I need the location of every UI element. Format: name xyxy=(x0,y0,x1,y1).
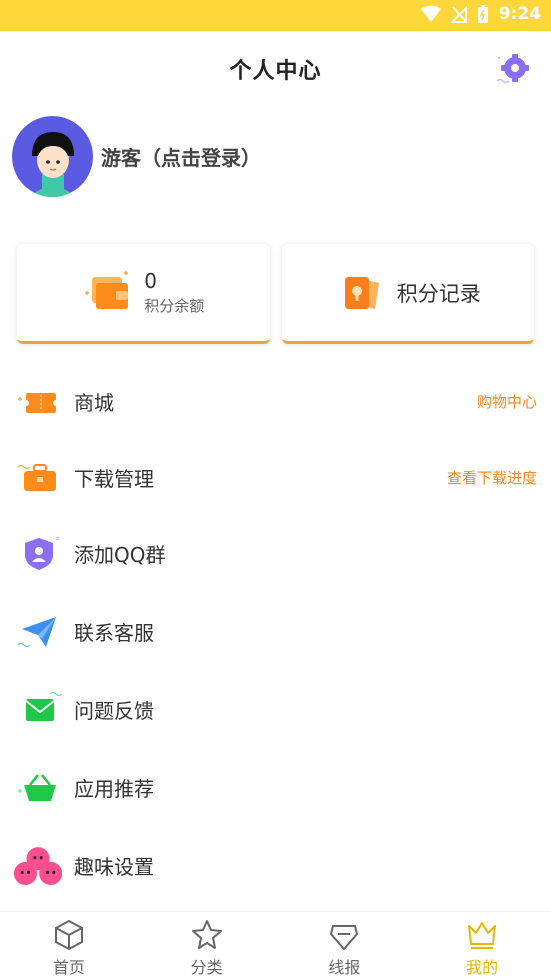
avatar-face-icon xyxy=(30,132,76,197)
paper-plane-icon xyxy=(17,617,56,648)
points-balance-label: 积分余额 xyxy=(144,297,205,315)
wallet-icon xyxy=(85,270,129,309)
points-cards: 0 积分余额 积分记录 xyxy=(17,244,534,344)
cube-icon xyxy=(54,919,83,951)
pink-blobs-icon xyxy=(13,847,62,885)
tab-home-label: 首页 xyxy=(52,958,85,977)
tab-mine-label: 我的 xyxy=(466,958,499,977)
basket-icon xyxy=(18,774,56,801)
menu-label-qq: 添加QQ群 xyxy=(74,542,166,567)
menu-item-add-qq-group[interactable]: 添加QQ群 xyxy=(0,514,551,592)
tab-mine[interactable]: 我的 xyxy=(413,912,551,979)
battery-icon xyxy=(477,5,488,23)
no-signal-icon xyxy=(450,5,467,23)
menu-list: 商城 购物中心 下载管理 查看下载进度 添加QQ群 联系客服 问题反馈 应用推荐… xyxy=(0,362,551,904)
menu-label-mall: 商城 xyxy=(74,390,114,415)
profile-section[interactable]: 游客（点击登录） xyxy=(12,116,261,197)
menu-item-app-recommend[interactable]: 应用推荐 xyxy=(0,748,551,826)
bottom-tab-bar: 首页 分类 线报 我的 xyxy=(0,911,551,979)
menu-item-feedback[interactable]: 问题反馈 xyxy=(0,670,551,748)
points-balance-value: 0 xyxy=(144,269,157,293)
menu-item-mall[interactable]: 商城 购物中心 xyxy=(0,362,551,440)
points-balance-card[interactable]: 0 积分余额 xyxy=(17,244,270,344)
points-record-icon xyxy=(344,276,379,309)
ticket-icon xyxy=(18,393,59,413)
status-bar: 9:24 xyxy=(0,0,551,31)
menu-label-service: 联系客服 xyxy=(74,620,154,645)
mail-icon xyxy=(25,691,62,721)
tab-news-label: 线报 xyxy=(328,958,361,977)
briefcase-icon xyxy=(17,464,56,491)
menu-item-download-manager[interactable]: 下载管理 查看下载进度 xyxy=(0,440,551,514)
menu-item-fun-settings[interactable]: 趣味设置 xyxy=(0,826,551,904)
points-record-label: 积分记录 xyxy=(396,281,481,306)
page-title: 个人中心 xyxy=(229,59,322,84)
points-record-card[interactable]: 积分记录 xyxy=(281,244,534,344)
tab-home[interactable]: 首页 xyxy=(0,912,138,979)
settings-gear-icon[interactable] xyxy=(495,53,531,85)
status-time: 9:24 xyxy=(498,4,541,24)
download-progress-link[interactable]: 查看下载进度 xyxy=(447,467,537,488)
menu-label-feedback: 问题反馈 xyxy=(74,698,154,723)
tab-news[interactable]: 线报 xyxy=(276,912,414,979)
star-icon xyxy=(191,920,222,949)
menu-label-fun: 趣味设置 xyxy=(74,854,154,879)
wifi-icon xyxy=(420,5,441,22)
menu-label-recommend: 应用推荐 xyxy=(74,776,154,801)
avatar[interactable] xyxy=(12,116,93,197)
menu-item-contact-service[interactable]: 联系客服 xyxy=(0,592,551,670)
tab-category-label: 分类 xyxy=(190,958,223,977)
menu-label-download: 下载管理 xyxy=(74,466,154,491)
shopping-center-link[interactable]: 购物中心 xyxy=(477,391,537,412)
login-prompt[interactable]: 游客（点击登录） xyxy=(101,142,261,171)
page-header: 个人中心 xyxy=(0,31,551,105)
tab-category[interactable]: 分类 xyxy=(138,912,276,979)
crown-icon xyxy=(468,922,497,949)
gem-icon xyxy=(330,925,359,950)
shield-user-icon xyxy=(25,536,60,570)
